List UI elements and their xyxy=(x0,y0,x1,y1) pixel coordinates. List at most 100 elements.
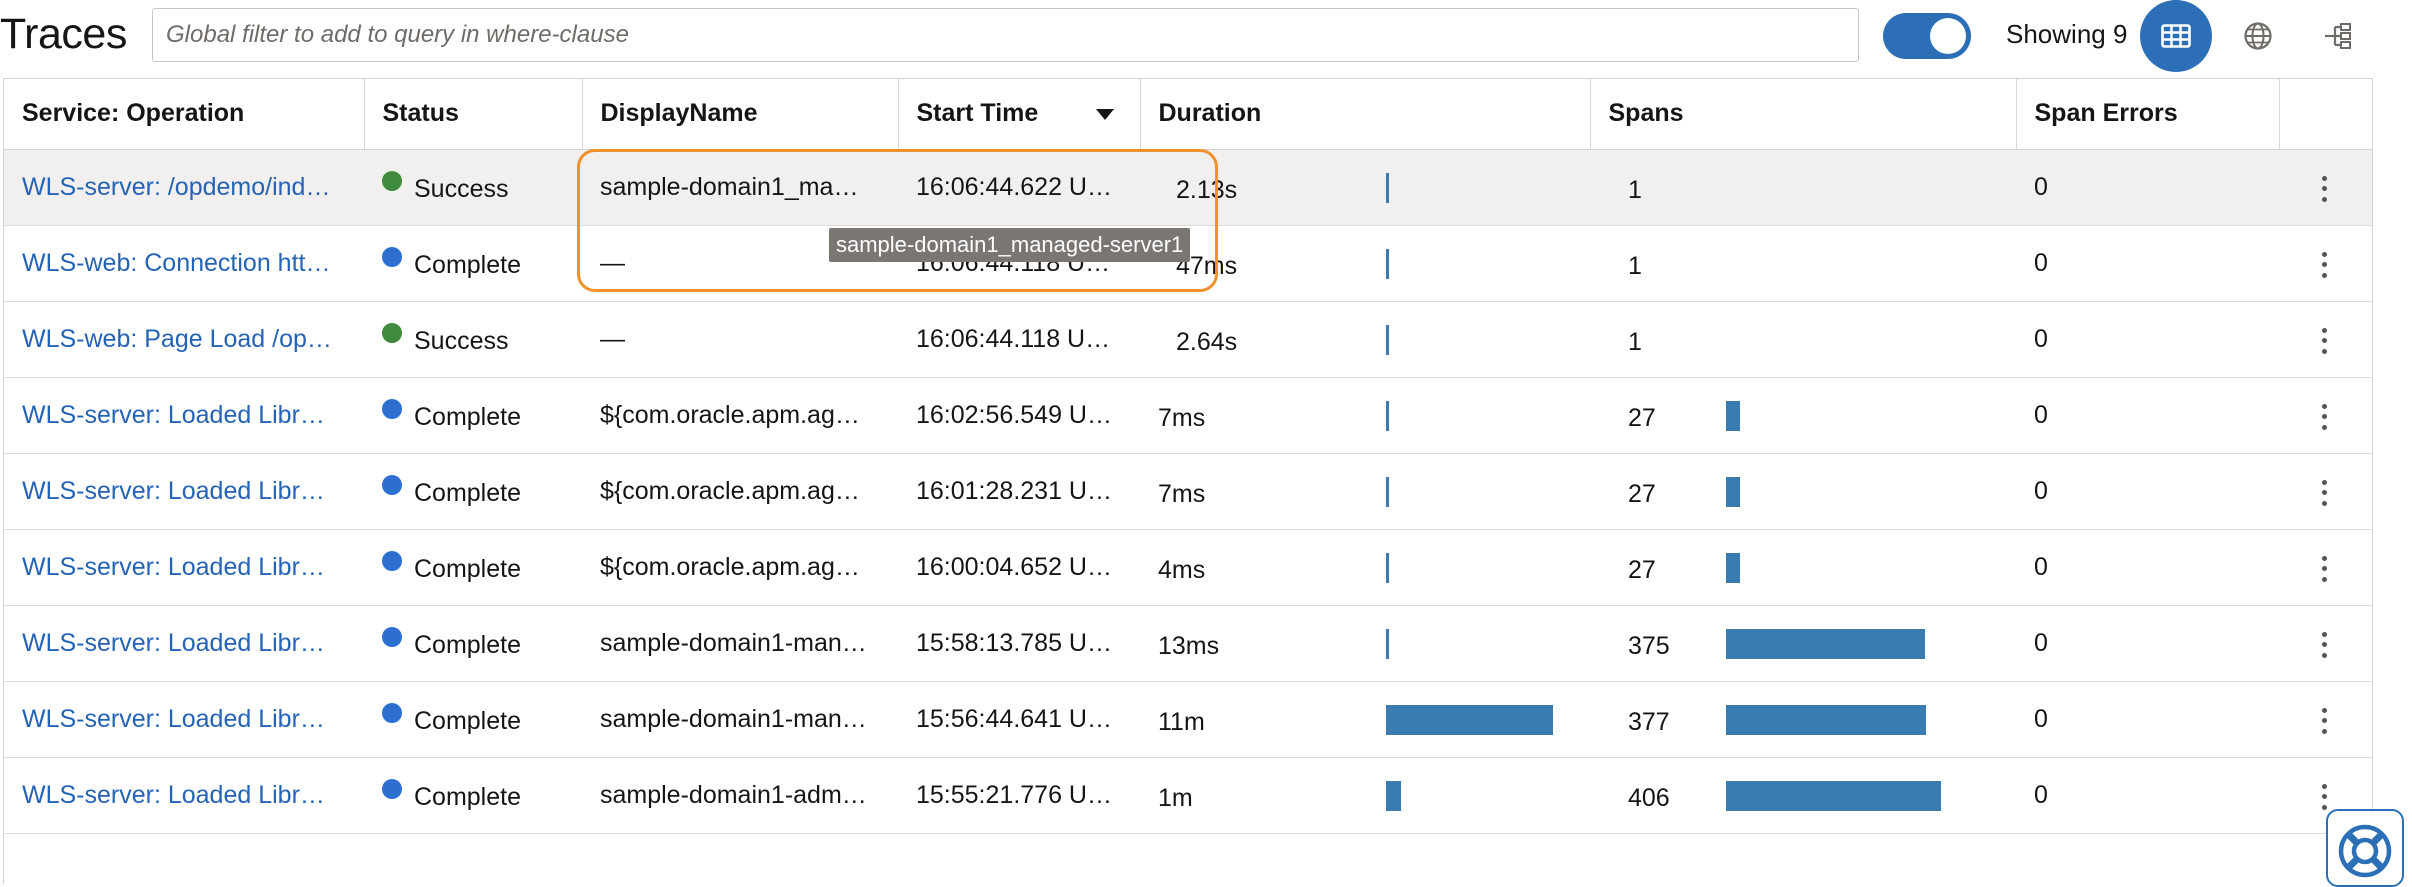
table-row[interactable]: WLS-server: Loaded Libr… Complete ${com.or… xyxy=(4,529,2372,606)
start-time-cell: 15:58:13.785 U… xyxy=(898,605,1140,682)
operation-cell: WLS-web: Connection htt… xyxy=(4,225,364,302)
duration-value: 2.64s xyxy=(1176,327,1238,356)
operation-link[interactable]: WLS-web: Page Load /op… xyxy=(22,325,332,353)
table-row[interactable]: WLS-server: Loaded Libr… Complete ${com.or… xyxy=(4,453,2372,530)
operation-link[interactable]: WLS-web: Connection htt… xyxy=(22,249,330,277)
duration-cell: 1m xyxy=(1140,757,1590,834)
kebab-dot xyxy=(2321,348,2327,354)
row-actions-menu-icon[interactable] xyxy=(2321,327,2327,354)
row-actions-menu-icon[interactable] xyxy=(2321,707,2327,734)
status-dot-icon xyxy=(382,626,402,647)
status-dot-icon xyxy=(382,398,402,419)
display-name-cell: ${com.oracle.apm.ag… xyxy=(582,453,898,530)
row-actions-menu-icon[interactable] xyxy=(2321,175,2327,202)
topology-view-button[interactable] xyxy=(2302,0,2374,72)
operation-link[interactable]: WLS-server: Loaded Libr… xyxy=(22,781,325,809)
table-row[interactable]: WLS-web: Page Load /op… Success —16:06:44.… xyxy=(4,301,2372,378)
column-header-status[interactable]: Status xyxy=(364,79,583,150)
row-actions-menu-icon[interactable] xyxy=(2321,479,2327,506)
row-actions-cell xyxy=(2279,529,2372,606)
sort-descending-icon[interactable] xyxy=(1095,109,1114,120)
span-errors-cell: 0 xyxy=(2016,453,2279,530)
row-actions-cell xyxy=(2279,225,2372,302)
row-actions-menu-icon[interactable] xyxy=(2321,403,2327,430)
status-label: Complete xyxy=(414,706,521,735)
status-cell: Complete xyxy=(364,605,582,682)
display-name-cell: ${com.oracle.apm.ag… xyxy=(582,377,898,454)
duration-value: 2.13s xyxy=(1176,175,1238,204)
row-actions-menu-icon[interactable] xyxy=(2321,783,2327,810)
kebab-dot xyxy=(2321,490,2327,495)
status-dot-icon xyxy=(382,778,402,799)
operation-cell: WLS-server: Loaded Libr… xyxy=(4,529,364,606)
operation-cell: WLS-server: Loaded Libr… xyxy=(4,757,364,834)
kebab-dot xyxy=(2321,652,2327,658)
spans-bar xyxy=(1726,628,1925,659)
operation-link[interactable]: WLS-server: /opdemo/ind… xyxy=(22,173,330,201)
row-actions-cell xyxy=(2279,301,2372,378)
kebab-dot xyxy=(2321,728,2327,734)
duration-cell: 4ms xyxy=(1140,529,1590,606)
operation-link[interactable]: WLS-server: Loaded Libr… xyxy=(22,629,325,657)
help-button[interactable] xyxy=(2326,809,2404,887)
table-row[interactable]: WLS-server: /opdemo/ind… Success sample-do… xyxy=(4,149,2372,226)
spans-cell: 27 xyxy=(1590,377,2016,454)
table-row[interactable]: WLS-server: Loaded Libr… Complete sample-d… xyxy=(4,681,2372,758)
status-dot-icon xyxy=(382,474,402,495)
kebab-dot xyxy=(2321,642,2327,647)
duration-cell: 11m xyxy=(1140,681,1590,758)
kebab-dot xyxy=(2321,403,2327,409)
kebab-dot xyxy=(2321,479,2327,485)
operation-cell: WLS-server: Loaded Libr… xyxy=(4,377,364,454)
kebab-dot xyxy=(2321,196,2327,202)
spans-cell: 27 xyxy=(1590,453,2016,530)
row-actions-menu-icon[interactable] xyxy=(2321,631,2327,658)
spans-cell: 1 xyxy=(1590,301,2016,378)
table-row[interactable]: WLS-server: Loaded Libr… Complete ${com.or… xyxy=(4,377,2372,454)
table-view-button[interactable] xyxy=(2140,0,2212,72)
start-time-cell: 15:56:44.641 U… xyxy=(898,681,1140,758)
duration-value: 7ms xyxy=(1158,403,1206,432)
display-name-cell: sample-domain1-adm… xyxy=(582,757,898,834)
row-actions-cell xyxy=(2279,605,2372,682)
display-name-cell: sample-domain1-man… xyxy=(582,605,898,682)
operation-link[interactable]: WLS-server: Loaded Libr… xyxy=(22,477,325,505)
column-header-duration[interactable]: Duration xyxy=(1140,79,1591,150)
operation-link[interactable]: WLS-server: Loaded Libr… xyxy=(22,705,325,733)
map-view-button[interactable] xyxy=(2222,0,2294,72)
status-label: Complete xyxy=(414,250,521,279)
spans-bar xyxy=(1726,780,1941,811)
display-name-cell: — xyxy=(582,301,898,378)
duration-cell: 13ms xyxy=(1140,605,1590,682)
kebab-dot xyxy=(2321,251,2327,257)
column-header-span-errors[interactable]: Span Errors xyxy=(2016,79,2280,150)
operation-cell: WLS-server: /opdemo/ind… xyxy=(4,149,364,226)
operation-link[interactable]: WLS-server: Loaded Libr… xyxy=(22,401,325,429)
spans-value: 27 xyxy=(1628,479,1656,508)
row-actions-menu-icon[interactable] xyxy=(2321,251,2327,278)
status-cell: Complete xyxy=(364,681,582,758)
table-row[interactable]: WLS-server: Loaded Libr… Complete sample-d… xyxy=(4,605,2372,682)
kebab-dot xyxy=(2321,272,2327,278)
display-name-cell: sample-domain1-man… xyxy=(582,681,898,758)
table-row[interactable]: WLS-server: Loaded Libr… Complete sample-d… xyxy=(4,757,2372,834)
span-errors-cell: 0 xyxy=(2016,149,2279,226)
column-header-display-name[interactable]: DisplayName xyxy=(582,79,899,150)
duration-cell: 47ms xyxy=(1140,225,1590,302)
status-dot-icon xyxy=(382,170,402,191)
column-header-start-time[interactable]: Start Time xyxy=(898,79,1141,150)
global-filter-input[interactable] xyxy=(152,8,1859,62)
duration-value: 7ms xyxy=(1158,479,1206,508)
column-header-spans[interactable]: Spans xyxy=(1590,79,2017,150)
operation-link[interactable]: WLS-server: Loaded Libr… xyxy=(22,553,325,581)
spans-value: 27 xyxy=(1628,403,1656,432)
showing-toggle[interactable] xyxy=(1883,13,1971,59)
operation-cell: WLS-server: Loaded Libr… xyxy=(4,605,364,682)
duration-cell: 2.64s xyxy=(1140,301,1590,378)
spans-cell: 406 xyxy=(1590,757,2016,834)
duration-bar xyxy=(1386,476,1389,507)
status-cell: Success xyxy=(364,301,582,378)
column-header-operation[interactable]: Service: Operation xyxy=(4,79,365,150)
toolbar: Traces Showing 9 xyxy=(0,0,2412,76)
row-actions-menu-icon[interactable] xyxy=(2321,555,2327,582)
